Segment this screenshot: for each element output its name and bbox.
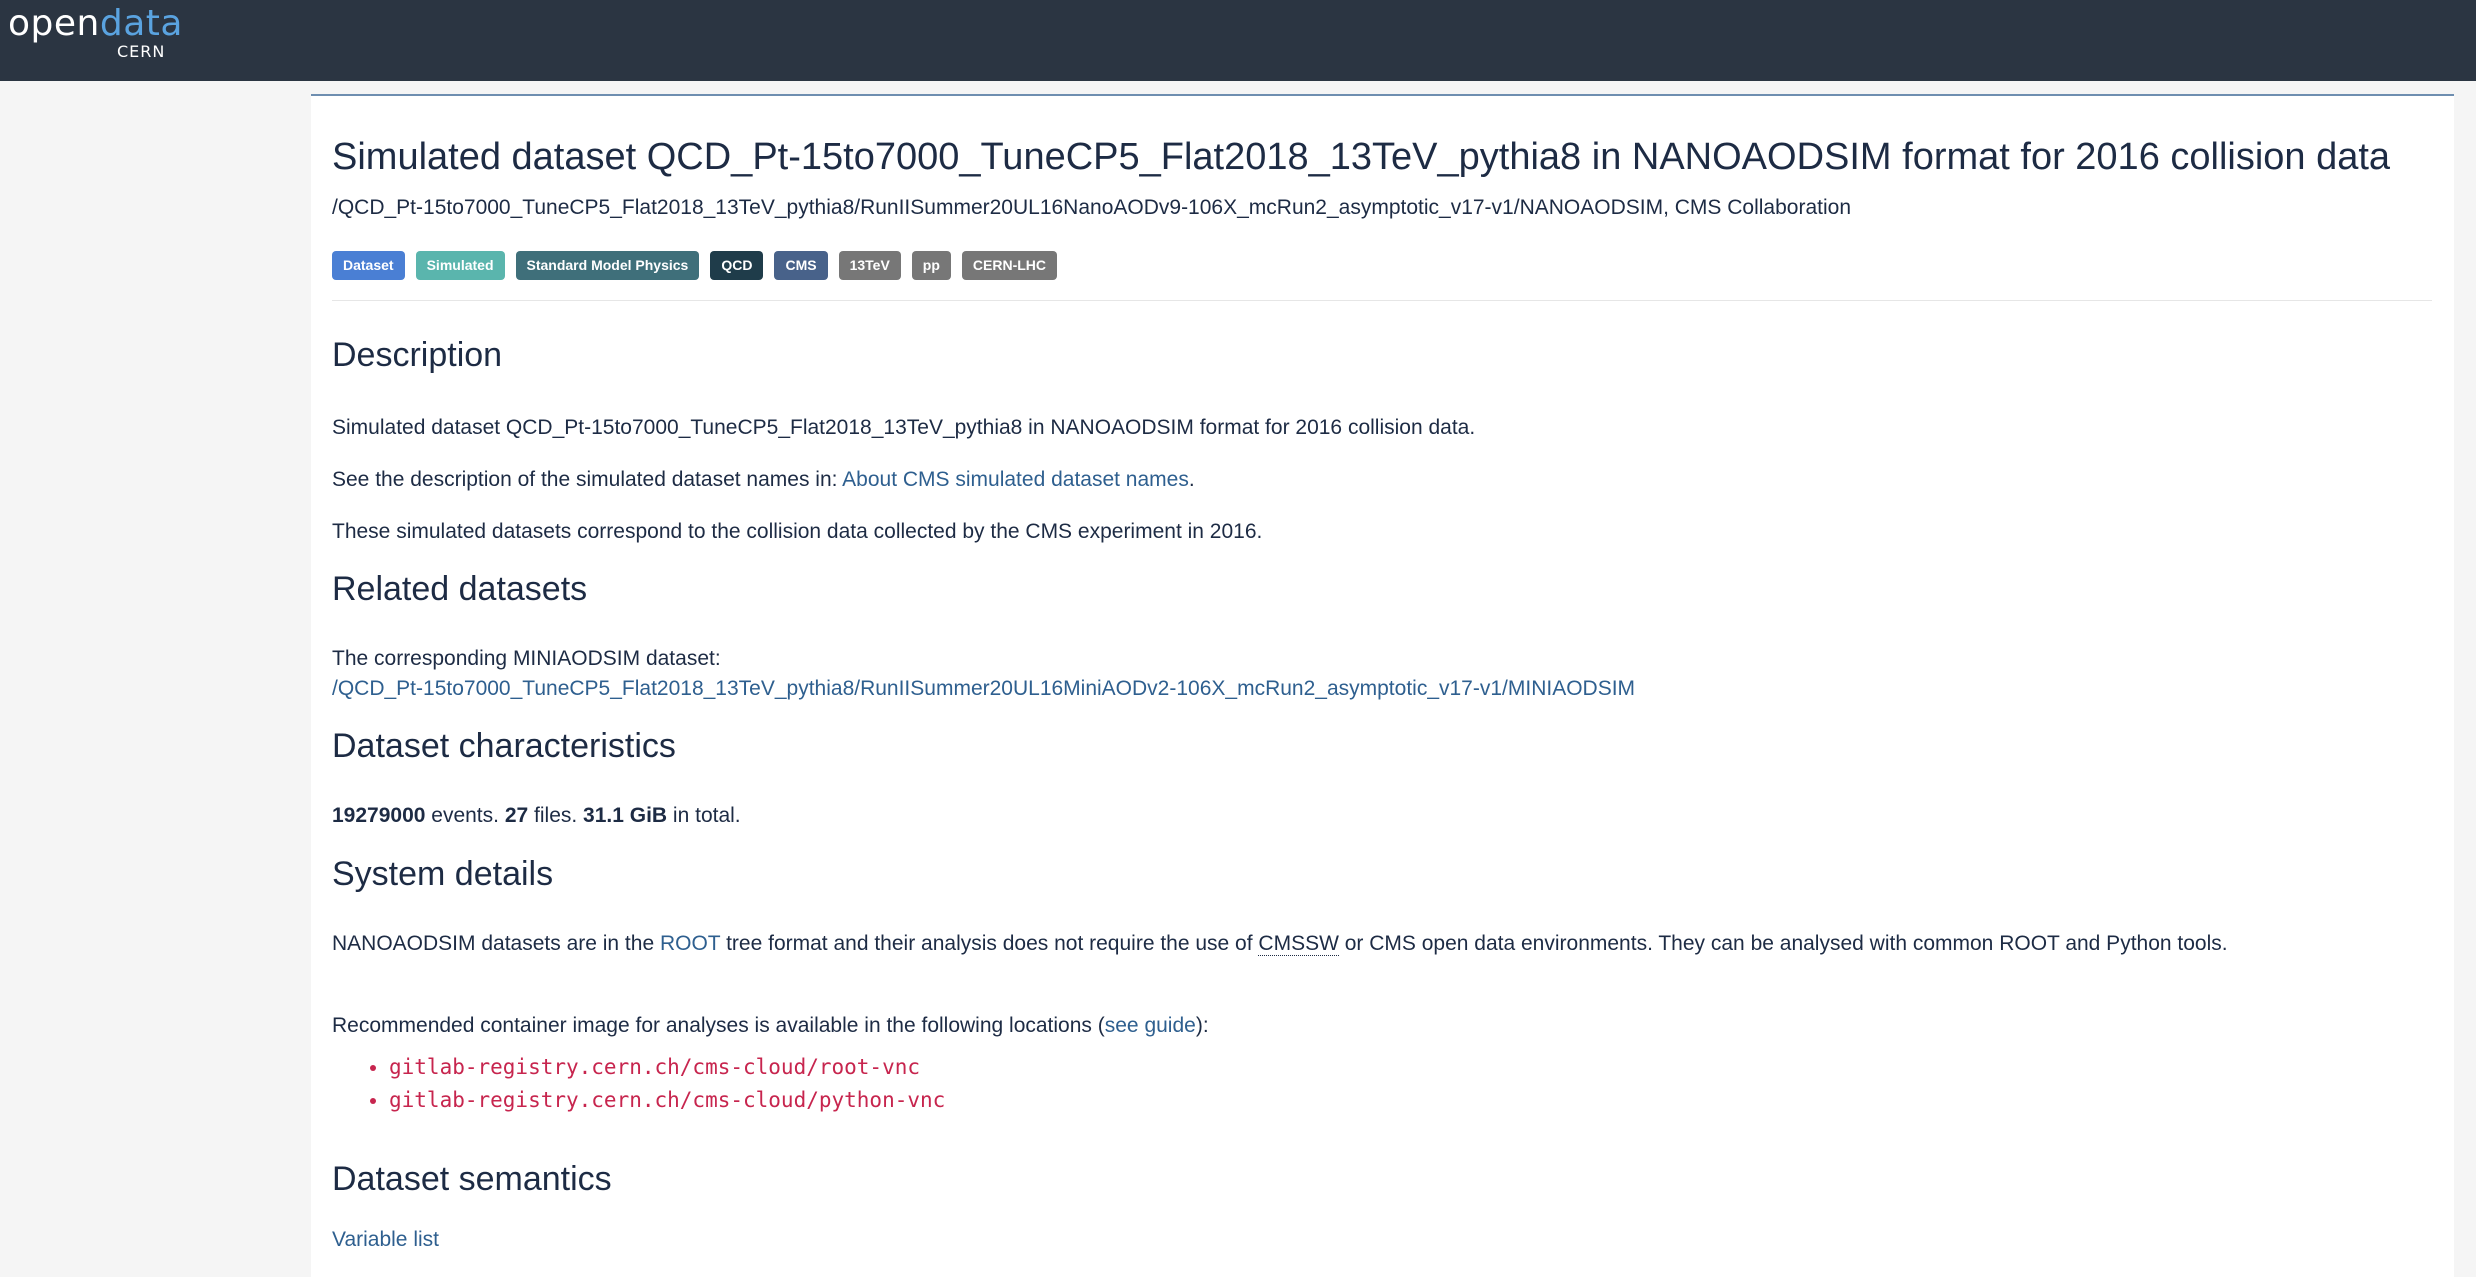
variable-list-wrap: Variable list xyxy=(332,1228,439,1252)
badge-cms[interactable]: CMS xyxy=(774,251,828,280)
miniaodsim-dataset-link[interactable]: /QCD_Pt-15to7000_TuneCP5_Flat2018_13TeV_… xyxy=(332,677,1635,700)
page-title: Simulated dataset QCD_Pt-15to7000_TuneCP… xyxy=(332,136,2391,178)
files-label: files. xyxy=(528,804,584,827)
record-content: Simulated dataset QCD_Pt-15to7000_TuneCP… xyxy=(311,94,2454,1277)
dataset-path-subtitle: /QCD_Pt-15to7000_TuneCP5_Flat2018_13TeV_… xyxy=(332,196,1851,219)
characteristics-text: 19279000 events. 27 files. 31.1 GiB in t… xyxy=(332,804,741,828)
related-dataset-link-wrap: /QCD_Pt-15to7000_TuneCP5_Flat2018_13TeV_… xyxy=(332,677,1635,701)
description-text-2: See the description of the simulated dat… xyxy=(332,468,1195,492)
container-image-text: Recommended container image for analyses… xyxy=(332,1014,1209,1038)
dataset-semantics-heading: Dataset semantics xyxy=(332,1160,612,1198)
description-heading: Description xyxy=(332,336,503,374)
related-datasets-heading: Related datasets xyxy=(332,570,588,608)
badge-qcd[interactable]: QCD xyxy=(710,251,764,280)
variable-list-link[interactable]: Variable list xyxy=(332,1228,439,1251)
root-link[interactable]: ROOT xyxy=(660,932,720,955)
related-label: The corresponding MINIAODSIM dataset: xyxy=(332,647,721,670)
system-text-part-1: NANOAODSIM datasets are in the xyxy=(332,932,660,955)
badge-cern-lhc[interactable]: CERN-LHC xyxy=(961,251,1058,280)
badge-standard-model-physics[interactable]: Standard Model Physics xyxy=(515,251,700,280)
badge-dataset[interactable]: Dataset xyxy=(332,251,405,280)
see-guide-link[interactable]: see guide xyxy=(1105,1014,1196,1037)
badge-list: Dataset Simulated Standard Model Physics… xyxy=(332,251,1058,280)
total-size: 31.1 GiB xyxy=(583,804,668,827)
list-item: gitlab-registry.cern.ch/cms-cloud/root-v… xyxy=(389,1051,945,1084)
logo-cern-text: CERN xyxy=(117,42,166,61)
files-count: 27 xyxy=(504,804,529,827)
opendata-logo[interactable]: opendata CERN xyxy=(8,2,183,61)
logo-open-text: open xyxy=(8,3,100,44)
badge-pp[interactable]: pp xyxy=(911,251,951,280)
description-text-3: These simulated datasets correspond to t… xyxy=(332,520,1263,543)
container-image-list: gitlab-registry.cern.ch/cms-cloud/root-v… xyxy=(332,1051,945,1117)
system-details-text: NANOAODSIM datasets are in the ROOT tree… xyxy=(332,932,2228,956)
events-count: 19279000 xyxy=(332,804,426,827)
description-text-1: Simulated dataset QCD_Pt-15to7000_TuneCP… xyxy=(332,416,1476,439)
system-text-part-2: tree format and their analysis does not … xyxy=(720,932,1259,955)
characteristics-heading: Dataset characteristics xyxy=(332,727,676,765)
description-text-2-suffix: . xyxy=(1188,468,1195,491)
cmssw-abbr: CMSSW xyxy=(1258,932,1339,956)
description-text-2-prefix: See the description of the simulated dat… xyxy=(332,468,843,491)
system-details-heading: System details xyxy=(332,855,554,893)
top-navbar: opendata CERN xyxy=(0,0,2476,81)
divider xyxy=(332,300,2432,301)
system-text-part-3: or CMS open data environments. They can … xyxy=(1338,932,2228,955)
container-text-part-1: Recommended container image for analyses… xyxy=(332,1014,1105,1037)
events-label: events. xyxy=(425,804,505,827)
badge-13tev[interactable]: 13TeV xyxy=(838,251,901,280)
size-label: in total. xyxy=(667,804,741,827)
badge-simulated[interactable]: Simulated xyxy=(415,251,505,280)
container-text-part-2: ): xyxy=(1195,1014,1209,1037)
about-dataset-names-link[interactable]: About CMS simulated dataset names xyxy=(842,468,1189,491)
list-item: gitlab-registry.cern.ch/cms-cloud/python… xyxy=(389,1084,945,1117)
logo-wordmark: opendata xyxy=(8,3,183,44)
logo-data-text: data xyxy=(99,3,183,44)
